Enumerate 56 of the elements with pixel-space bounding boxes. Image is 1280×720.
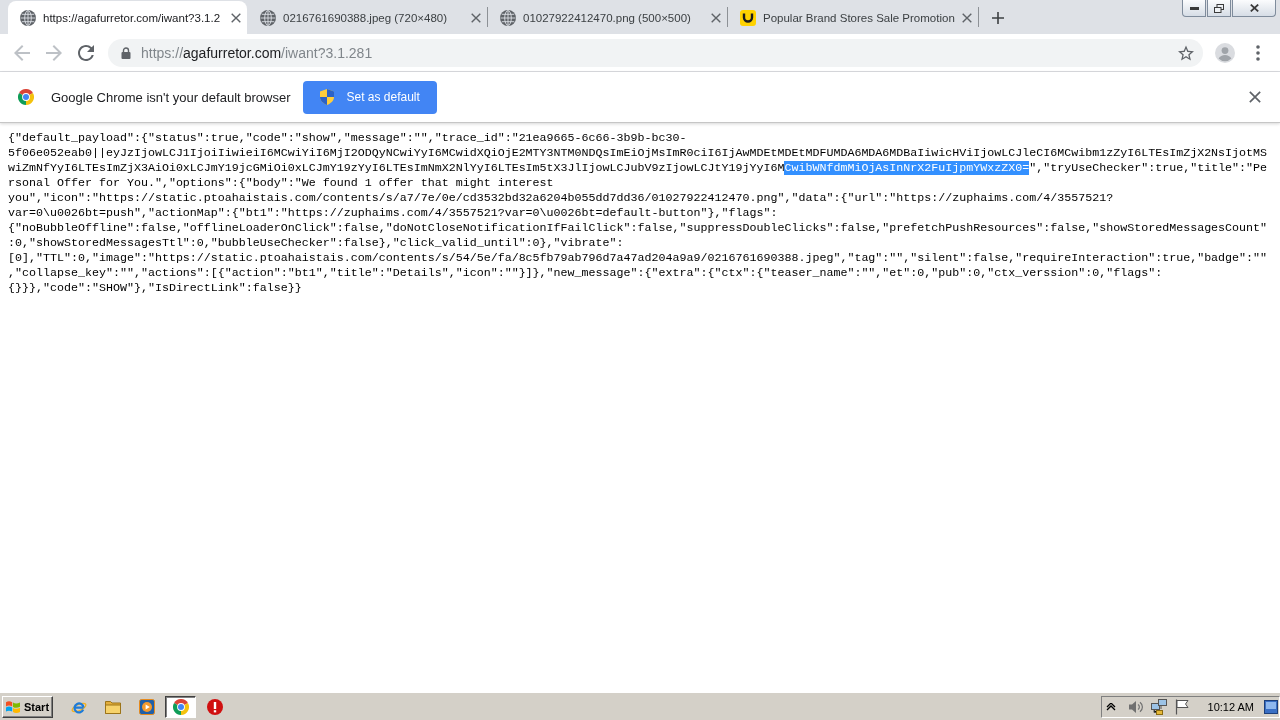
star-icon[interactable]: [1178, 44, 1194, 61]
taskbar-button[interactable]: [165, 695, 196, 718]
plus-icon[interactable]: [991, 12, 1004, 24]
minimize-button[interactable]: [1182, 0, 1206, 17]
highlighted-text: CwibWNfdmMiOjAsInNrX2FuIjpmYWxzZX0=: [784, 161, 1030, 175]
close-icon[interactable]: [1249, 91, 1261, 103]
restore-icon: [1214, 3, 1224, 13]
url-text: https://agafurretor.com/iwant?3.1.281: [141, 44, 373, 61]
code-text: ","tryUseChecker":true,"title":"Pe: [1029, 161, 1268, 175]
flag-logo-icon: [5, 699, 21, 714]
code-text: 5f06e052eab0||eyJzIjowLCJ1IjoiIiwieiI6MCwiYiI6MjI2ODQyNCwiYyI6MCwidXQiOjE2MTY3NTM0NDQsImEiOjMsImR0ciI6IjAwMDEtMDEtMDFUMDA6MDA6MDBaIiwicHViIjowLCJleCI6MCwibm1zZyI6LTEsImZjX2NsIjotMS: [8, 146, 1268, 160]
tab[interactable]: 01027922412470.png (500×500): [488, 1, 727, 34]
browser-logo-icon: [18, 89, 34, 105]
browser-logo-icon: [172, 698, 189, 715]
reload-icon[interactable]: [78, 44, 94, 61]
code-text: {"noBubbleOffline":false,"offlineLoaderOnClick":false,"doNotCloseNotificationIfFailClick":false,"suppressDoubleClicks":false,"prefetchPushResources":false,"showStoredMessagesCount": [8, 221, 1268, 235]
address-bar[interactable]: https://agafurretor.com/iwant?3.1.281: [108, 38, 1203, 67]
window-close-button[interactable]: [1232, 0, 1276, 17]
menu-icon[interactable]: [1256, 44, 1260, 61]
tab[interactable]: Popular Brand Stores Sale Promotion: [728, 1, 978, 34]
shield-icon: [320, 89, 335, 105]
code-text: var=0\u0026bt=push","actionMap":{"bt1":"https://zuphaims.com/4/3557521?var=0\u0026bt=default-button"},"flags":: [8, 206, 778, 220]
globe-icon: [500, 9, 516, 26]
restore-button[interactable]: [1207, 0, 1231, 17]
close-icon: [1249, 4, 1259, 12]
start-button[interactable]: Start: [2, 695, 53, 718]
code-text: :0,"showStoredMessagesTtl":0,"bubbleUseChecker":false},"click_valid_until":0},"vibrate":: [8, 236, 624, 250]
lock-icon[interactable]: [121, 46, 131, 59]
close-icon[interactable]: [961, 12, 972, 23]
close-icon[interactable]: [471, 12, 481, 23]
infobar-message: Google Chrome isn't your default browser: [51, 89, 291, 105]
close-icon[interactable]: [231, 12, 241, 23]
show-desktop-icon[interactable]: [1264, 699, 1278, 714]
code-text: {}}},"code":"SHOW"},"IsDirectLink":false}}: [8, 281, 302, 295]
speaker-icon[interactable]: [1127, 698, 1144, 715]
code-text: rsonal Offer for You.","options":{"body":"We found 1 offer that might interest: [8, 176, 554, 190]
play-icon: [138, 698, 155, 715]
chevron-up-icon[interactable]: [1105, 702, 1116, 711]
globe-icon: [260, 9, 276, 26]
clock-text: 10:12 AM: [1207, 700, 1254, 713]
set-default-button[interactable]: Set as default: [303, 80, 437, 114]
code-text: [0],"TTL":0,"image":"https://static.ptoahaistais.com/contents/s/54/5e/fa/8c5fb79ab796d7a47ad204a9a9/0216761690388.jpeg","tag":"","silent":false,"requireInteraction":true,"badge":"": [8, 251, 1268, 265]
tab[interactable]: 0216761690388.jpeg (720×480): [248, 1, 487, 34]
close-icon[interactable]: [711, 12, 721, 23]
code-text: {"default_payload":{"status":true,"code":"show","message":"","trace_id":"21ea9665-6c66-3b9b-bc30-: [8, 131, 687, 145]
folder-icon: [104, 699, 121, 714]
code-text: wiZmNfYyI6LTEsImZjX3AiOi0xLCJmY19jcGMiOi0xLCJmY19zYyI6LTEsImNmX2NlYyI6LTEsIm5tX3JlIjowLCJubV9zIjowLCJtY19jYyI6M: [8, 161, 785, 175]
minimize-icon: [1189, 6, 1199, 10]
network-icon[interactable]: [1150, 698, 1167, 715]
code-text: you","icon":"https://static.ptoahaistais.com/contents/s/a7/7e/0e/cd3532bd32a6204b055dd7dd36/01027922412470.png","data":{"url":"https://zuphaims.com/4/3557521?: [8, 191, 1114, 205]
tab[interactable]: https://agafurretor.com/iwant?3.1.2: [8, 1, 247, 34]
smile-logo-icon: [740, 9, 756, 26]
globe-icon: [20, 9, 36, 26]
exclamation-icon: [206, 698, 223, 715]
flag-icon[interactable]: [1173, 698, 1190, 715]
code-text: ,"collapse_key":"","actions":[{"action":"bt1","title":"Details","icon":""}]},"new_message":{"extra":{"ctx":{"teaser_name":"","et":0,"pub":0,"ctx_verssion":0,"flags":: [8, 266, 1163, 280]
